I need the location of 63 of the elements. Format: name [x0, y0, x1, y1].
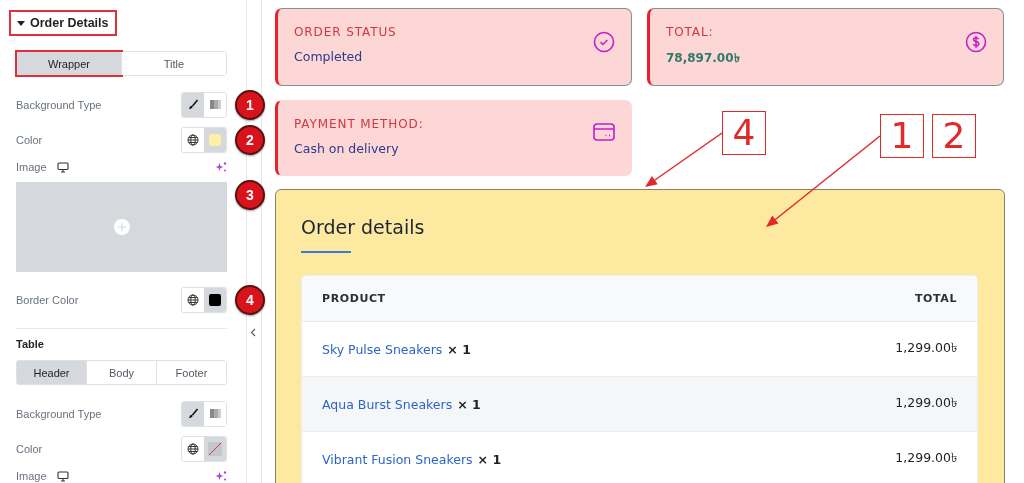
card-value: 78,897.00৳	[666, 50, 740, 67]
globe-icon	[187, 442, 199, 455]
card-label: TOTAL:	[666, 25, 715, 39]
tab[interactable]: Footer	[156, 361, 226, 384]
sparkle-icon[interactable]	[215, 161, 227, 173]
color-picker[interactable]	[204, 127, 226, 152]
callout-number: 4	[722, 111, 766, 155]
callout-number: 1	[880, 114, 924, 158]
classic-option[interactable]	[182, 92, 204, 117]
quantity: × 1	[457, 396, 481, 412]
dollar-circle-icon	[965, 31, 987, 53]
column-header: PRODUCT	[322, 292, 386, 305]
card-value: Cash on delivery	[294, 141, 400, 156]
classic-option[interactable]	[182, 401, 204, 426]
price: 1,299.00৳	[895, 449, 957, 467]
control-label: Image	[16, 470, 47, 482]
globe-icon	[187, 293, 199, 306]
tab[interactable]: Title	[121, 52, 226, 75]
section-header[interactable]: Order Details	[9, 10, 117, 36]
plus-icon	[113, 219, 130, 235]
color-picker[interactable]	[204, 287, 226, 312]
control-label: Image	[16, 161, 47, 173]
quantity: × 1	[477, 451, 502, 467]
card-label: ORDER STATUS	[294, 25, 397, 39]
gradient-icon	[209, 409, 221, 418]
monitor-icon	[56, 161, 69, 173]
product-link[interactable]: Sky Pulse Sneakers	[322, 341, 443, 357]
gradient-icon	[209, 100, 221, 109]
tab[interactable]: Wrapper	[17, 52, 121, 75]
group-heading: Table	[16, 338, 45, 350]
control-label: Color	[16, 442, 43, 455]
caret-icon	[17, 20, 25, 26]
tab[interactable]: Header	[17, 361, 86, 384]
product-link[interactable]: Vibrant Fusion Sneakers	[322, 451, 473, 467]
brush-icon	[187, 99, 199, 110]
chevron-left-icon[interactable]	[250, 328, 256, 337]
brush-icon	[187, 408, 199, 419]
background-type-toggle[interactable]	[181, 91, 227, 118]
control-label: Color	[16, 133, 43, 146]
monitor-icon	[56, 470, 69, 482]
number-marker: 3	[235, 180, 265, 210]
control-label: Border Color	[16, 293, 79, 306]
check-circle-icon	[593, 31, 615, 53]
globe-icon	[187, 133, 199, 146]
number-marker: 4	[235, 285, 265, 315]
color-picker[interactable]	[204, 436, 226, 461]
callout-number: 2	[932, 114, 976, 158]
sparkle-icon[interactable]	[215, 470, 227, 482]
price: 1,299.00৳	[895, 339, 957, 357]
number-marker: 2	[235, 125, 265, 155]
credit-card-icon	[593, 123, 615, 141]
price: 1,299.00৳	[895, 394, 957, 412]
card-label: PAYMENT METHOD:	[294, 117, 424, 131]
product-link[interactable]: Aqua Burst Sneakers	[322, 396, 453, 412]
number-marker: 1	[235, 90, 265, 120]
control-label: Background Type	[16, 407, 102, 420]
column-header: TOTAL	[914, 292, 957, 305]
card-value: Completed	[294, 49, 364, 64]
quantity: × 1	[447, 341, 471, 357]
no-color-icon	[208, 441, 222, 456]
background-type-toggle[interactable]	[181, 400, 227, 427]
control-label: Background Type	[16, 98, 102, 111]
section-title: Order details	[301, 216, 425, 238]
